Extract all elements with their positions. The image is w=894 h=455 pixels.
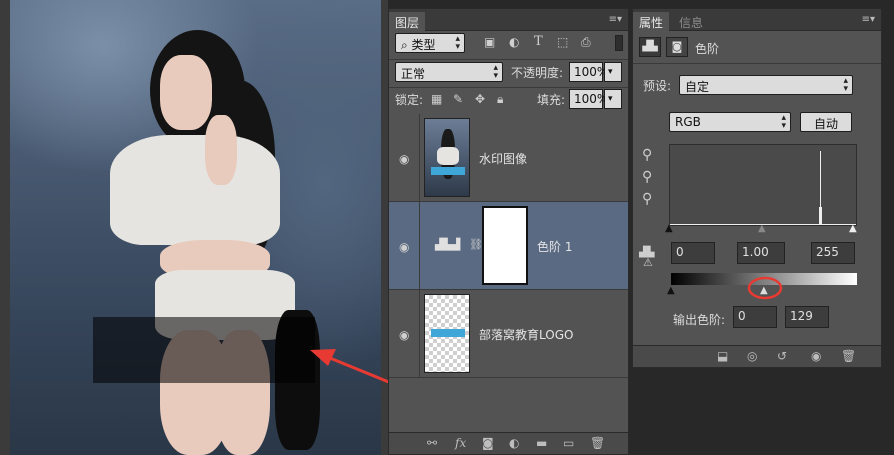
dropdown-arrows-icon: ▴ ▾ [843,76,848,94]
lock-position-icon[interactable]: ✥ [475,92,485,106]
fill-dropdown-button[interactable]: ▾ [604,89,622,109]
new-group-folder-icon[interactable]: ▬ [536,436,547,450]
preset-label: 预设: [643,79,672,93]
input-white-slider-icon[interactable]: ▲ [849,223,857,234]
visibility-icon[interactable]: ◉ [811,349,821,363]
opacity-label: 不透明度: [511,66,564,80]
layers-panel: 图层 ≡▾ ⌕ 类型 ▴ ▾ ▣ ◐ T ⬚ ⎙ 正常 ▴ ▾ 不透明度: 100%… [388,8,629,455]
adjustment-title: 色阶 [695,42,720,56]
add-mask-icon[interactable]: ◙ [482,436,494,450]
tab-layers[interactable]: 图层 [389,12,426,31]
layer-name[interactable]: 部落窝教育LOGO [479,326,573,343]
new-layer-icon[interactable]: ▭ [563,436,574,450]
document-canvas[interactable] [0,0,388,455]
white-point-eyedropper-icon[interactable]: ⚲ [642,191,652,207]
chain-link-icon[interactable]: ⛓ [469,238,483,251]
input-black-field[interactable]: 0 [671,242,715,264]
gray-point-eyedropper-icon[interactable]: ⚲ [642,169,652,185]
clip-to-layer-icon[interactable]: ⬓ [717,349,728,363]
properties-bottom-toolbar: ⬓ ◎ ↺ ◉ 🗑︎ [633,345,881,367]
layers-bottom-toolbar: ⚯ fx ◙ ◐ ▬ ▭ 🗑︎ [389,432,628,454]
blend-mode-value: 正常 [401,67,426,81]
input-white-field[interactable]: 255 [811,242,855,264]
reset-icon[interactable]: ↺ [777,349,787,363]
visibility-eye-icon[interactable]: ◉ [399,328,413,342]
fill-label: 填充: [537,93,566,107]
layer-thumbnail [424,294,470,373]
panel-menu-icon[interactable]: ≡▾ [609,14,622,25]
dropdown-arrows-icon: ▴ ▾ [493,63,498,81]
input-black-slider-icon[interactable]: ▲ [665,223,673,234]
layer-thumbnail [424,118,470,197]
layer-filter-value: 类型 [411,38,436,52]
filter-type-icon[interactable]: T [534,34,543,49]
trash-icon[interactable]: 🗑︎ [590,436,605,450]
panel-menu-icon[interactable]: ≡▾ [862,14,875,25]
dropdown-arrows-icon: ▴ ▾ [455,34,460,52]
search-icon: ⌕ [401,38,412,52]
properties-panel: 属性 信息 ≡▾ ▟▙ ◙ 色阶 预设: 自定 ▴ ▾ RGB ▴ ▾ 自动 ⚲ ⚲… [632,8,882,368]
properties-tabbar: 属性 信息 ≡▾ [633,9,881,31]
link-layers-icon[interactable]: ⚯ [427,436,437,450]
lock-brush-icon[interactable]: ✎ [453,92,463,106]
view-previous-icon[interactable]: ◎ [747,349,757,363]
tab-properties[interactable]: 属性 [633,12,670,31]
layer-row[interactable]: ◉ 水印图像 [389,114,628,202]
blend-mode-dropdown[interactable]: 正常 ▴ ▾ [395,62,503,82]
layer-name[interactable]: 水印图像 [479,150,527,167]
layer-row[interactable]: ◉ 部落窝教育LOGO [389,290,628,378]
dropdown-arrows-icon: ▴ ▾ [781,113,786,131]
opacity-dropdown-button[interactable]: ▾ [604,62,622,82]
layer-mask-thumbnail[interactable] [482,206,528,285]
levels-adjustment-icon: ▟▙▟ [435,238,461,251]
fill-input[interactable]: 100% [569,89,608,109]
workspace-background [632,369,894,455]
filter-pixel-icon[interactable]: ▣ [484,35,495,49]
preset-dropdown[interactable]: 自定 ▴ ▾ [679,75,853,95]
filter-adjustment-icon[interactable]: ◐ [509,35,519,49]
visibility-eye-icon[interactable]: ◉ [399,152,413,166]
tab-info[interactable]: 信息 [673,12,709,31]
output-black-slider-icon[interactable]: ▲ [667,285,675,296]
preset-value: 自定 [685,80,710,94]
filter-smartobject-icon[interactable]: ⎙ [581,35,591,50]
adjustment-layer-icon[interactable]: ◐ [509,436,519,450]
lock-all-icon[interactable]: 🔒︎ [497,92,503,107]
layer-filter-dropdown[interactable]: ⌕ 类型 ▴ ▾ [395,33,465,53]
input-gamma-slider-icon[interactable]: ▲ [758,223,766,234]
layers-tabbar: 图层 ≡▾ [389,9,628,31]
output-black-field[interactable]: 0 [733,306,777,328]
mask-icon[interactable]: ◙ [666,37,688,57]
trash-icon[interactable]: 🗑︎ [841,349,856,363]
fx-icon[interactable]: fx [455,436,466,450]
filter-shape-icon[interactable]: ⬚ [557,35,568,49]
opacity-input[interactable]: 100% [569,62,608,82]
filter-toggle[interactable] [615,35,623,51]
levels-adjustment-icon[interactable]: ▟▙ [639,37,661,57]
output-levels-label: 输出色阶: [673,313,726,327]
layer-row-selected[interactable]: ◉ ▟▙▟ ⛓ 色阶 1 [389,202,628,290]
lock-transparent-icon[interactable]: ▦ [431,92,442,106]
warning-icon: ⚠ [643,256,653,269]
auto-button[interactable]: 自动 [800,112,852,132]
black-point-eyedropper-icon[interactable]: ⚲ [642,147,652,163]
lock-label: 锁定: [395,93,424,107]
annotation-arrow-icon [310,349,388,384]
histogram [669,144,857,226]
input-gamma-field[interactable]: 1.00 [737,242,785,264]
annotation-circle-icon [747,276,783,300]
output-white-field[interactable]: 129 [785,306,829,328]
channel-dropdown[interactable]: RGB ▴ ▾ [669,112,791,132]
channel-value: RGB [675,115,701,129]
layer-name[interactable]: 色阶 1 [537,238,572,255]
visibility-eye-icon[interactable]: ◉ [399,240,413,254]
